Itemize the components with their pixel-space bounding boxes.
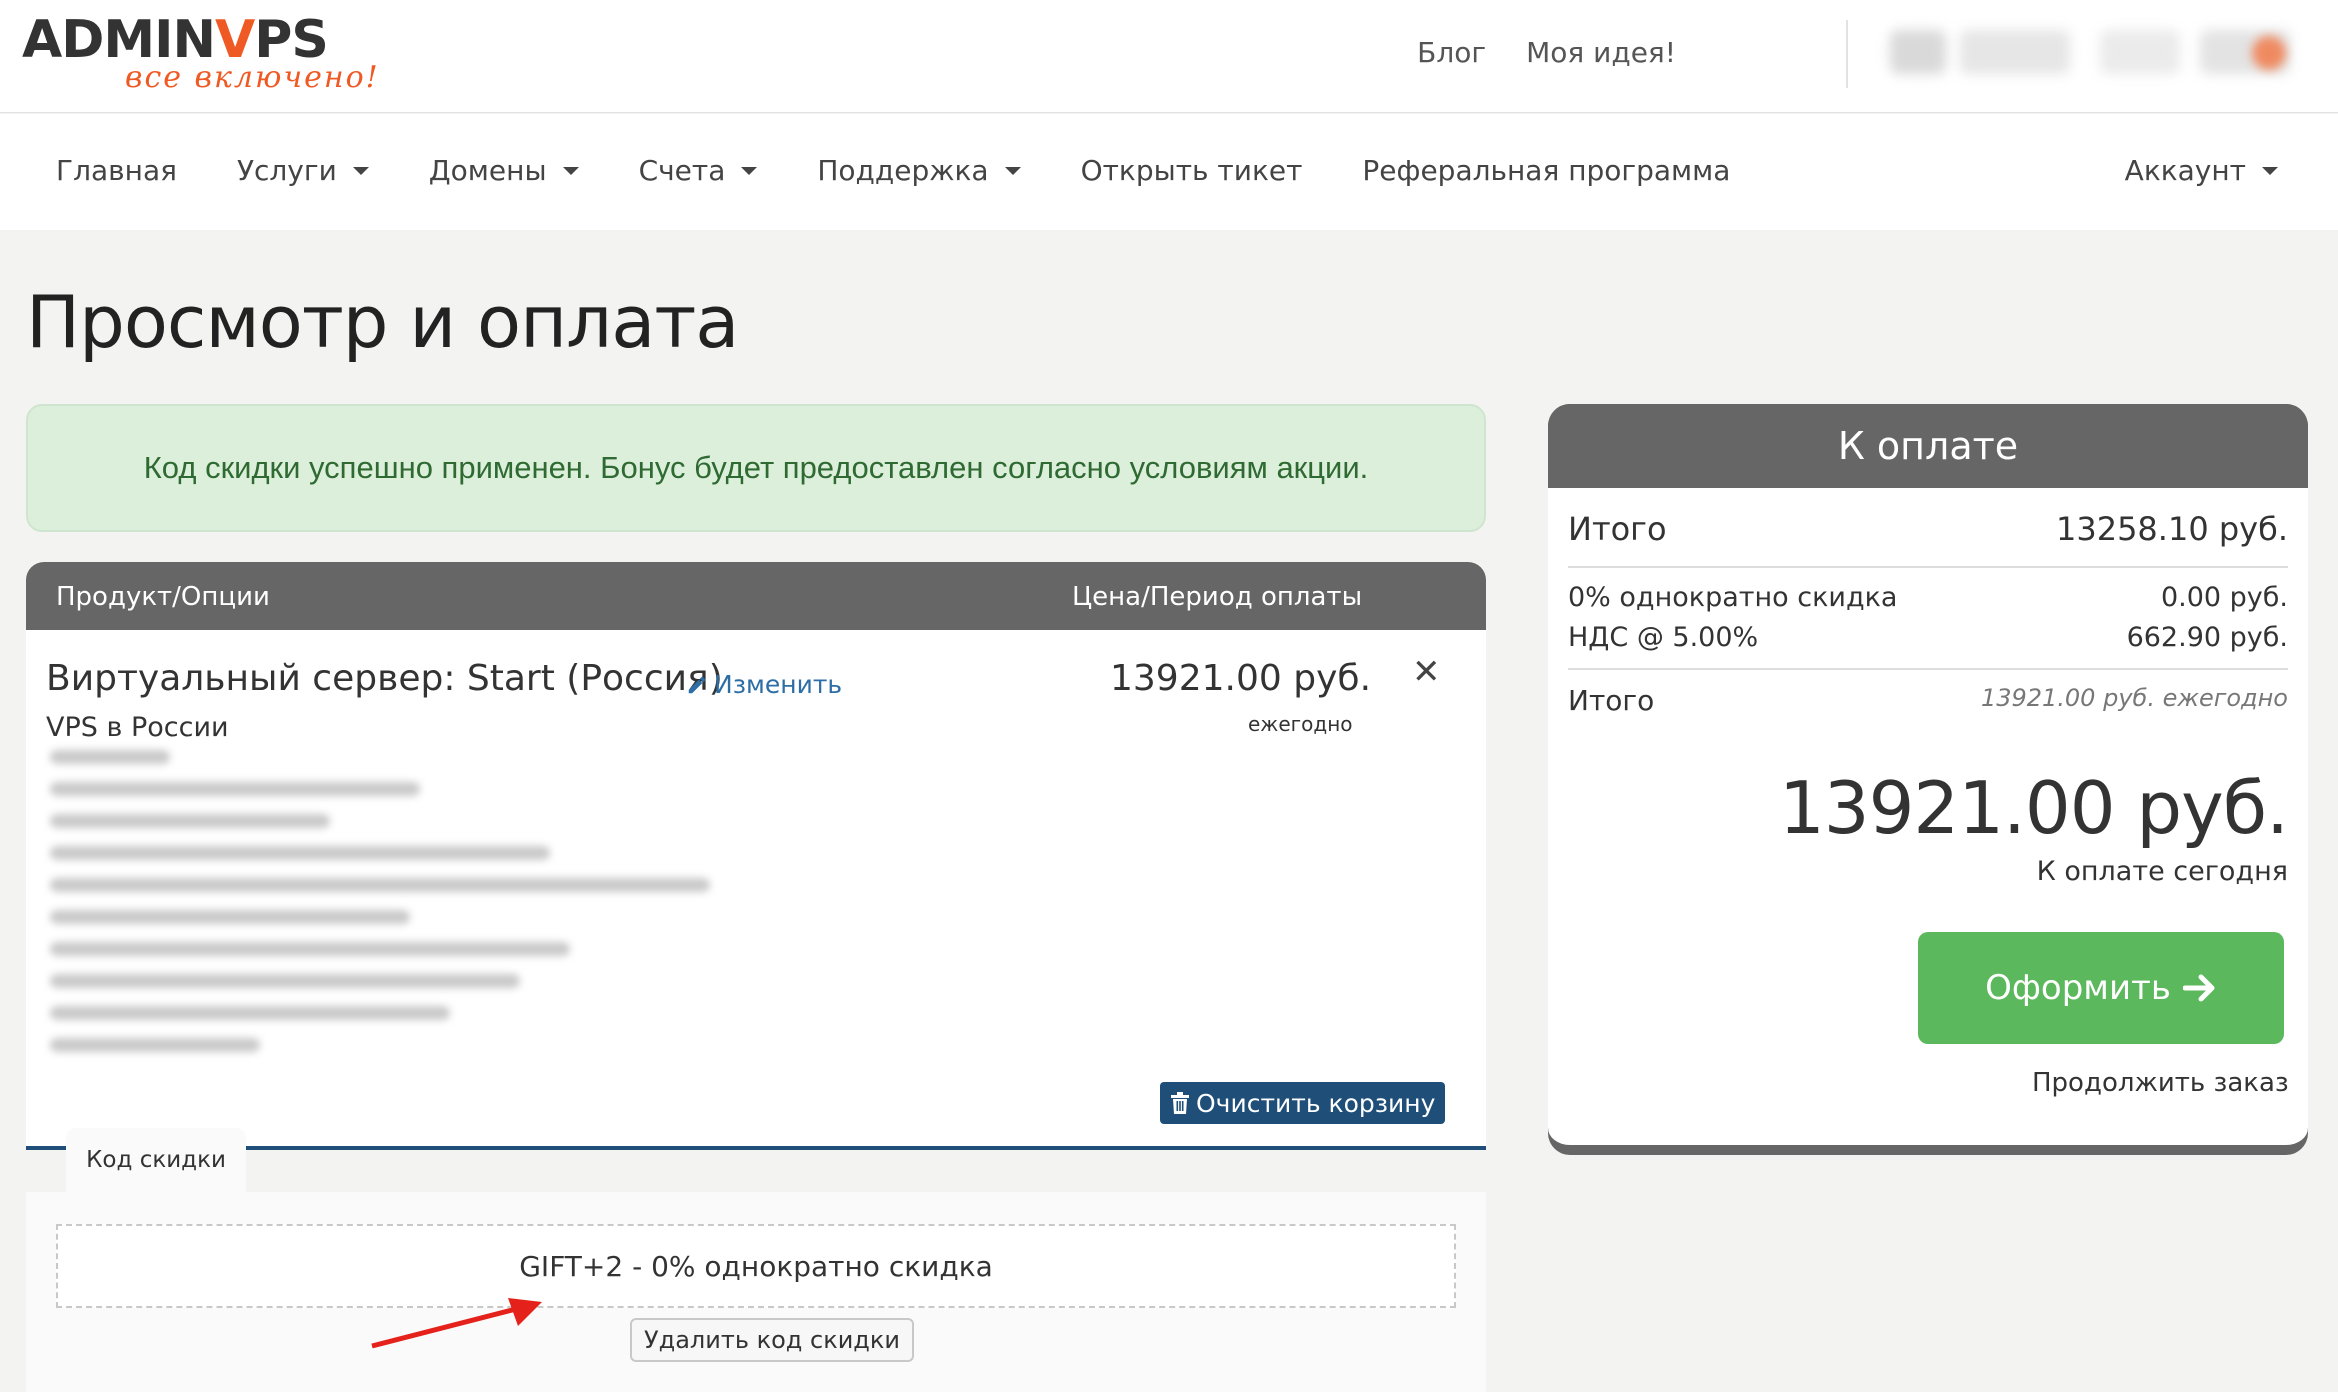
clear-cart-label: Очистить корзину bbox=[1196, 1088, 1436, 1118]
brand-logo[interactable]: ADMINVPS все включено! bbox=[22, 12, 378, 95]
top-header: ADMINVPS все включено! Блог Моя идея! bbox=[0, 0, 2338, 113]
discount-value: 0.00 руб. bbox=[2160, 582, 2288, 613]
nav-item-label: Открыть тикет bbox=[1080, 154, 1303, 187]
cart-header: Продукт/Опции Цена/Период оплаты bbox=[26, 562, 1486, 630]
pencil-icon bbox=[688, 676, 706, 693]
idea-link[interactable]: Моя идея! bbox=[1526, 36, 1676, 69]
caret-down-icon bbox=[352, 166, 369, 175]
tax-row: НДС @ 5.00% 662.90 руб. bbox=[1568, 622, 2288, 653]
nav-item-domains[interactable]: Домены bbox=[429, 154, 579, 187]
balance-display bbox=[1960, 30, 2070, 74]
edit-label: Изменить bbox=[714, 670, 843, 699]
cart-table: Продукт/Опции Цена/Период оплаты Виртуал… bbox=[26, 562, 1486, 1150]
nav-item-open-ticket[interactable]: Открыть тикет bbox=[1081, 154, 1303, 187]
arrow-right-icon bbox=[2182, 974, 2215, 1002]
nav-item-label: Услуги bbox=[236, 154, 337, 187]
product-price: 13921.00 руб. bbox=[1110, 658, 1372, 699]
promo-panel: GIFT+2 - 0% однократно скидка Удалить ко… bbox=[26, 1192, 1486, 1392]
divider bbox=[1568, 566, 2288, 568]
close-icon[interactable]: ✕ bbox=[1412, 652, 1441, 692]
cart-item: Виртуальный сервер: Start (Россия) Измен… bbox=[26, 630, 1486, 1150]
nav-item-account[interactable]: Аккаунт bbox=[2125, 154, 2278, 187]
divider bbox=[1568, 668, 2288, 670]
nav-item-label: Счета bbox=[638, 154, 726, 187]
nav-item-label: Главная bbox=[56, 154, 177, 187]
tax-value: 662.90 руб. bbox=[2126, 622, 2288, 653]
nav-item-label: Поддержка bbox=[817, 154, 989, 187]
top-links: Блог Моя идея! bbox=[1417, 36, 1676, 69]
nav-item-label: Реферальная программа bbox=[1362, 154, 1731, 187]
due-amount: 13921.00 руб. bbox=[1778, 766, 2289, 850]
main-nav: Главная Услуги Домены Счета Поддержка От… bbox=[0, 114, 2338, 230]
notification-badge bbox=[2252, 36, 2286, 70]
checkout-button[interactable]: Оформить bbox=[1918, 932, 2284, 1044]
checkout-label: Оформить bbox=[1985, 968, 2171, 1008]
cart-icon[interactable] bbox=[1890, 30, 1946, 74]
caret-down-icon bbox=[1004, 166, 1021, 175]
red-arrow-annotation bbox=[371, 1298, 542, 1349]
discount-label: 0% однократно скидка bbox=[1568, 582, 1898, 613]
nav-item-label: Домены bbox=[428, 154, 547, 187]
subtotal-value: 13258.10 руб. bbox=[2055, 510, 2288, 548]
discount-row: 0% однократно скидка 0.00 руб. bbox=[1568, 582, 2288, 613]
billing-period: ежегодно bbox=[1248, 712, 1353, 736]
blog-link[interactable]: Блог bbox=[1417, 36, 1486, 69]
caret-down-icon bbox=[2262, 166, 2278, 175]
tax-label: НДС @ 5.00% bbox=[1568, 622, 1759, 653]
subtotal-label: Итого bbox=[1568, 510, 1667, 548]
continue-shopping-link[interactable]: Продолжить заказ bbox=[2032, 1068, 2289, 1098]
tab-promo-code[interactable]: Код скидки bbox=[66, 1128, 246, 1192]
product-options-blurred bbox=[50, 750, 710, 1070]
nav-item-home[interactable]: Главная bbox=[56, 154, 177, 187]
column-header-product: Продукт/Опции bbox=[56, 582, 270, 612]
clear-cart-button[interactable]: Очистить корзину bbox=[1160, 1082, 1446, 1124]
nav-items: Главная Услуги Домены Счета Поддержка От… bbox=[56, 154, 1790, 187]
total-recurring: 13921.00 руб. ежегодно bbox=[1980, 684, 2288, 712]
nav-account-label: Аккаунт bbox=[2124, 154, 2246, 187]
summary-title: К оплате bbox=[1548, 404, 2308, 488]
edit-product-link[interactable]: Изменить bbox=[686, 670, 842, 699]
nav-item-billing[interactable]: Счета bbox=[639, 154, 758, 187]
subtotal-row: Итого 13258.10 руб. bbox=[1568, 510, 2288, 548]
column-header-price: Цена/Период оплаты bbox=[1072, 582, 1363, 612]
order-summary: К оплате Итого 13258.10 руб. 0% однократ… bbox=[1548, 404, 2308, 1150]
total-row: Итого 13921.00 руб. ежегодно bbox=[1568, 684, 2288, 717]
logo-tagline: все включено! bbox=[125, 60, 380, 95]
header-divider bbox=[1846, 20, 1848, 88]
caret-down-icon bbox=[741, 166, 758, 175]
nav-item-services[interactable]: Услуги bbox=[237, 154, 369, 187]
total-label: Итого bbox=[1568, 684, 1655, 717]
trash-icon bbox=[1171, 1092, 1189, 1114]
nav-item-referral[interactable]: Реферальная программа bbox=[1362, 154, 1730, 187]
applied-promo-code: GIFT+2 - 0% однократно скидка bbox=[56, 1224, 1456, 1308]
caret-down-icon bbox=[562, 166, 579, 175]
product-name: Виртуальный сервер: Start (Россия) bbox=[46, 658, 723, 699]
due-label: К оплате сегодня bbox=[2036, 856, 2288, 887]
nav-item-support[interactable]: Поддержка bbox=[817, 154, 1021, 187]
product-group: VPS в России bbox=[46, 712, 229, 743]
success-alert: Код скидки успешно применен. Бонус будет… bbox=[26, 404, 1486, 532]
language-selector[interactable] bbox=[2100, 30, 2180, 74]
page-title: Просмотр и оплата bbox=[26, 280, 739, 364]
remove-promo-button[interactable]: Удалить код скидки bbox=[630, 1318, 914, 1362]
